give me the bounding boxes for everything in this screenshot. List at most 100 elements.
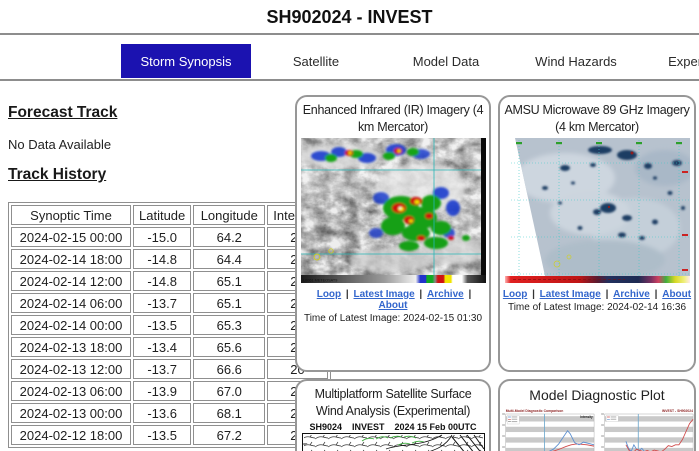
link-about[interactable]: About bbox=[379, 300, 408, 311]
ir-image-caption: L0061 METEOSAT9 bbox=[303, 278, 337, 282]
table-cell: 2024-02-15 00:00 bbox=[11, 227, 131, 247]
panel-title-line: Enhanced Infrared (IR) Imagery (4 bbox=[297, 102, 489, 119]
amsu-satellite-image[interactable] bbox=[505, 138, 690, 283]
track-history-header: Synoptic TimeLatitudeLongitudeIntensity bbox=[11, 205, 328, 225]
panel-title-line: Wind Analysis (Experimental) bbox=[297, 403, 489, 420]
chart-corner-label: Intensity bbox=[580, 415, 593, 419]
tab-bar: Storm SynopsisSatelliteModel DataWind Ha… bbox=[121, 44, 699, 78]
link-archive[interactable]: Archive bbox=[613, 289, 650, 300]
tab-model-data[interactable]: Model Data bbox=[381, 44, 511, 78]
table-cell: -13.6 bbox=[133, 403, 191, 423]
chart-title: Multi-Model Diagnostic Comparison bbox=[505, 410, 563, 414]
model-diagnostic-panel: Model Diagnostic Plot Multi-Model Diagno… bbox=[498, 379, 696, 451]
divider-bottom bbox=[0, 79, 699, 81]
table-cell: 2024-02-13 00:00 bbox=[11, 403, 131, 423]
table-row: 2024-02-13 00:00-13.668.120 bbox=[11, 403, 328, 423]
tab-satellite[interactable]: Satellite bbox=[251, 44, 381, 78]
track-history-heading: Track History bbox=[8, 166, 106, 184]
table-row: 2024-02-14 12:00-14.865.125 bbox=[11, 271, 328, 291]
panel-title-line: (4 km Mercator) bbox=[500, 119, 694, 136]
table-cell: -13.4 bbox=[133, 337, 191, 357]
link-about[interactable]: About bbox=[662, 289, 691, 300]
page-title: SH902024 - INVEST bbox=[0, 7, 699, 28]
table-cell: 65.1 bbox=[193, 293, 265, 313]
table-cell: -13.9 bbox=[133, 381, 191, 401]
tab-experimental[interactable]: Experimental bbox=[641, 44, 699, 78]
forecast-track-heading: Forecast Track bbox=[8, 104, 117, 122]
table-cell: 2024-02-14 18:00 bbox=[11, 249, 131, 269]
table-cell: 64.4 bbox=[193, 249, 265, 269]
ir-imagery-panel: Enhanced Infrared (IR) Imagery (4km Merc… bbox=[295, 95, 491, 372]
panel-title-line: Model Diagnostic Plot bbox=[500, 386, 694, 404]
table-row: 2024-02-14 18:00-14.864.425 bbox=[11, 249, 328, 269]
table-cell: 67.0 bbox=[193, 381, 265, 401]
table-row: 2024-02-15 00:00-15.064.225 bbox=[11, 227, 328, 247]
wind-plot-header: SH9024 INVEST 2024 15 Feb 00UTC bbox=[297, 422, 489, 432]
table-cell: 2024-02-12 18:00 bbox=[11, 425, 131, 445]
link-latest-image[interactable]: Latest Image bbox=[354, 289, 415, 300]
multi-model-comparison-chart: Multi-Model Diagnostic Comparison Intensi… bbox=[501, 408, 595, 451]
table-cell: 2024-02-14 12:00 bbox=[11, 271, 131, 291]
table-row: 2024-02-14 00:00-13.565.320 bbox=[11, 315, 328, 335]
link-latest-image[interactable]: Latest Image bbox=[540, 289, 601, 300]
storm-page: SH902024 - INVEST Storm SynopsisSatellit… bbox=[0, 0, 699, 451]
table-cell: -14.8 bbox=[133, 249, 191, 269]
track-history-table: Synoptic TimeLatitudeLongitudeIntensity … bbox=[8, 202, 331, 448]
ir-links-row: Loop | Latest Image | Archive | About bbox=[297, 289, 489, 311]
forecast-status-text: No Data Available bbox=[8, 137, 111, 152]
column-header-longitude: Longitude bbox=[193, 205, 265, 225]
link-separator: | bbox=[343, 289, 351, 300]
column-header-synoptic-time: Synoptic Time bbox=[11, 205, 131, 225]
link-separator: | bbox=[652, 289, 660, 300]
table-cell: 64.2 bbox=[193, 227, 265, 247]
divider-top bbox=[0, 33, 699, 35]
wind-analysis-image[interactable] bbox=[302, 433, 485, 451]
link-separator: | bbox=[466, 289, 472, 300]
wind-panel-title: Multiplatform Satellite SurfaceWind Anal… bbox=[297, 386, 489, 419]
ir-panel-title: Enhanced Infrared (IR) Imagery (4km Merc… bbox=[297, 102, 489, 135]
diagnostic-charts-row: Multi-Model Diagnostic Comparison Intensi… bbox=[500, 408, 694, 451]
ir-time-text: Time of Latest Image: 2024-02-15 01:30 bbox=[297, 313, 489, 324]
table-cell: -15.0 bbox=[133, 227, 191, 247]
track-history-body: 2024-02-15 00:00-15.064.2252024-02-14 18… bbox=[11, 227, 328, 445]
table-row: 2024-02-14 06:00-13.765.125 bbox=[11, 293, 328, 313]
wind-analysis-panel: Multiplatform Satellite SurfaceWind Anal… bbox=[295, 379, 491, 451]
panel-title-line: Multiplatform Satellite Surface bbox=[297, 386, 489, 403]
link-archive[interactable]: Archive bbox=[427, 289, 464, 300]
table-cell: 66.6 bbox=[193, 359, 265, 379]
link-separator: | bbox=[603, 289, 611, 300]
table-row: 2024-02-13 06:00-13.967.020 bbox=[11, 381, 328, 401]
table-cell: 65.3 bbox=[193, 315, 265, 335]
invest-diagnostic-chart: INVEST - SH902024 bbox=[600, 408, 694, 451]
table-row: 2024-02-13 12:00-13.766.620 bbox=[11, 359, 328, 379]
table-cell: 68.1 bbox=[193, 403, 265, 423]
table-cell: -13.5 bbox=[133, 315, 191, 335]
table-row: 2024-02-12 18:00-13.567.220 bbox=[11, 425, 328, 445]
panel-title-line: km Mercator) bbox=[297, 119, 489, 136]
tab-storm-synopsis[interactable]: Storm Synopsis bbox=[121, 44, 251, 78]
link-separator: | bbox=[529, 289, 537, 300]
panel-title-line: AMSU Microwave 89 GHz Imagery bbox=[500, 102, 694, 119]
amsu-time-text: Time of Latest Image: 2024-02-14 16:36 bbox=[500, 302, 694, 313]
tab-wind-hazards[interactable]: Wind Hazards bbox=[511, 44, 641, 78]
amsu-panel-title: AMSU Microwave 89 GHz Imagery(4 km Merca… bbox=[500, 102, 694, 135]
table-cell: 65.1 bbox=[193, 271, 265, 291]
table-cell: 65.6 bbox=[193, 337, 265, 357]
table-cell: -13.5 bbox=[133, 425, 191, 445]
column-header-latitude: Latitude bbox=[133, 205, 191, 225]
ir-satellite-image[interactable]: L0061 METEOSAT9 bbox=[301, 138, 486, 283]
table-cell: 2024-02-14 06:00 bbox=[11, 293, 131, 313]
table-cell: 2024-02-14 00:00 bbox=[11, 315, 131, 335]
table-cell: -13.7 bbox=[133, 293, 191, 313]
amsu-imagery-panel: AMSU Microwave 89 GHz Imagery(4 km Merca… bbox=[498, 95, 696, 372]
link-separator: | bbox=[417, 289, 425, 300]
table-cell: 2024-02-13 06:00 bbox=[11, 381, 131, 401]
diag-panel-title: Model Diagnostic Plot bbox=[500, 386, 694, 404]
chart-title: INVEST - SH902024 bbox=[661, 410, 692, 414]
link-loop[interactable]: Loop bbox=[503, 289, 527, 300]
table-cell: 2024-02-13 18:00 bbox=[11, 337, 131, 357]
table-cell: 67.2 bbox=[193, 425, 265, 445]
table-row: 2024-02-13 18:00-13.465.620 bbox=[11, 337, 328, 357]
table-cell: -13.7 bbox=[133, 359, 191, 379]
link-loop[interactable]: Loop bbox=[317, 289, 341, 300]
